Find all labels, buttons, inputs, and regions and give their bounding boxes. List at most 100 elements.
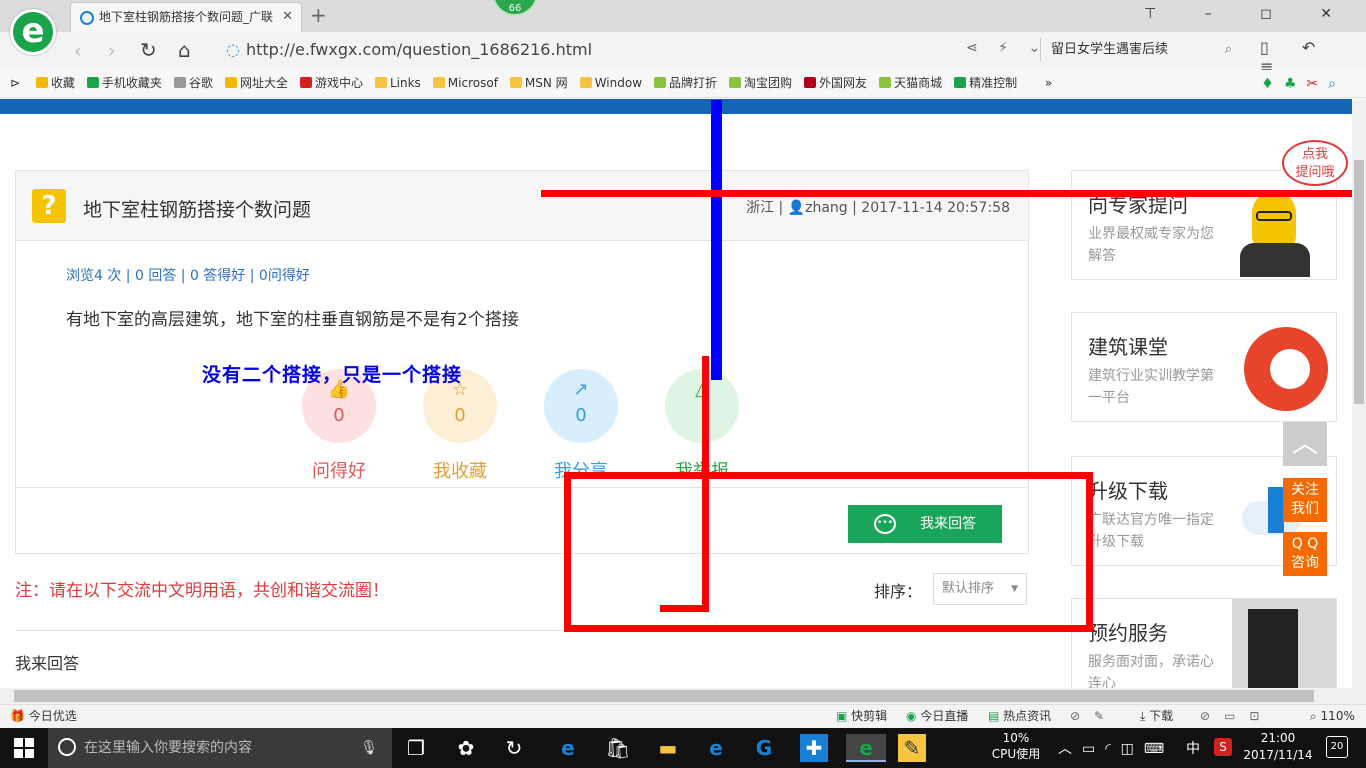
search-text: 留日女学生遇害后续: [1051, 42, 1169, 57]
browser-tab[interactable]: 地下室柱钢筋搭接个数问题_广联 ✕: [70, 2, 302, 32]
tab-close-icon[interactable]: ✕: [282, 3, 293, 31]
follow-us-button[interactable]: 关注 我们: [1283, 478, 1327, 522]
status-item-label: 下载: [1149, 709, 1174, 723]
status-item-label: 今日直播: [920, 709, 969, 723]
system-tray[interactable]: ︿▭◜◫⌨: [1058, 738, 1174, 758]
bookmark-icon: [879, 77, 892, 88]
bookmark-label: MSN 网: [524, 76, 568, 90]
address-actions[interactable]: ⋖ ⚡ ⌄: [966, 40, 1048, 56]
bookmark-item[interactable]: 品牌打折: [654, 70, 717, 97]
card-building-class[interactable]: 建筑课堂 建筑行业实训教学第一平台: [1071, 312, 1337, 422]
bookmark-item[interactable]: Window: [579, 70, 642, 97]
status-item-1[interactable]: ◉ 今日直播: [906, 705, 968, 728]
browser-logo-icon[interactable]: e: [10, 9, 56, 55]
zoom-level[interactable]: ⌕ 110%: [1310, 705, 1355, 728]
bookmark-icon: [35, 77, 48, 88]
task-view-icon[interactable]: ❐: [402, 734, 430, 762]
bookmark-item[interactable]: 谷歌: [173, 70, 213, 97]
mascot-glasses-icon: [1256, 211, 1292, 221]
follow-us-label: 关注 我们: [1291, 482, 1319, 517]
cpu-usage[interactable]: 10% CPU使用: [990, 730, 1042, 762]
back-icon[interactable]: ‹: [74, 40, 82, 62]
taskbar-search[interactable]: 在这里输入你要搜索的内容 🎙: [48, 728, 392, 768]
action-count: 0: [454, 405, 466, 426]
bookmarks-more[interactable]: »: [1045, 70, 1052, 97]
status-left-label[interactable]: 今日优选: [29, 709, 77, 723]
sogou-icon[interactable]: S: [1214, 738, 1232, 756]
reload-icon[interactable]: ↻: [140, 38, 157, 62]
file-explorer-icon[interactable]: ▬: [654, 734, 682, 762]
card-subtitle: 服务面对面，承诺心连心: [1088, 654, 1214, 688]
search-input[interactable]: 留日女学生遇害后续 ⌕: [1040, 38, 1240, 62]
status-item-3[interactable]: ⤓ 下载: [1140, 705, 1173, 728]
cpu-value: 10%: [1002, 731, 1030, 745]
notification-center[interactable]: 20: [1326, 736, 1348, 758]
forward-icon[interactable]: ›: [108, 40, 116, 62]
url-field[interactable]: ◌ http://e.fwxgx.com/question_1686216.htm…: [226, 38, 956, 62]
taskbar-search-placeholder: 在这里输入你要搜索的内容: [84, 740, 252, 756]
bookmark-item[interactable]: 游戏中心: [299, 70, 363, 97]
url-text: http://e.fwxgx.com/question_1686216.html: [245, 40, 593, 59]
action-label[interactable]: 问得好: [279, 457, 399, 483]
new-tab-button[interactable]: +: [310, 3, 327, 27]
bookmark-item[interactable]: 网址大全: [224, 70, 288, 97]
pinwheel-app-icon[interactable]: ✿: [452, 734, 480, 762]
browser-taskbar-icon[interactable]: e: [846, 734, 886, 762]
status-more-icons[interactable]: ⊘▭⊡: [1200, 705, 1273, 728]
question-stats[interactable]: 浏览4 次 | 0 回答 | 0 答得好 | 0问得好: [66, 265, 310, 285]
ask-bubble-text: 点我 提问哦: [1295, 147, 1335, 180]
status-item-0[interactable]: ▣ 快剪辑: [836, 705, 887, 728]
bookmark-label: 淘宝团购: [744, 76, 793, 90]
status-item-label: 热点资讯: [1003, 709, 1052, 723]
bookmark-item[interactable]: 外国网友: [804, 70, 867, 97]
plus-app-icon[interactable]: ✚: [800, 734, 828, 762]
extension-icons[interactable]: ♦♣✂⌕: [1261, 72, 1346, 96]
action-label[interactable]: 我收藏: [400, 457, 520, 483]
mascot-suit-icon: [1240, 243, 1310, 277]
question-icon: ?: [32, 189, 66, 223]
bookmark-item[interactable]: MSN 网: [509, 70, 568, 97]
card-title: 预约服务: [1088, 621, 1168, 645]
status-bar: 🎁 今日优选 ▣ 快剪辑 ◉ 今日直播 ▤ 热点资讯 ⊘✎ ⤓ 下载 ⊘▭⊡ ⌕…: [0, 704, 1366, 728]
ask-bubble[interactable]: 点我 提问哦: [1282, 140, 1348, 186]
horizontal-scroll-thumb[interactable]: [14, 690, 1314, 702]
vertical-scroll-thumb[interactable]: [1354, 160, 1364, 404]
bookmark-item[interactable]: Links: [374, 70, 421, 97]
qq-consult-button[interactable]: Q Q 咨询: [1283, 532, 1327, 576]
card-ask-expert[interactable]: 向专家提问 业界最权威专家为您解答: [1071, 170, 1337, 280]
card-subtitle: 建筑行业实训教学第一平台: [1088, 368, 1214, 406]
bookmark-icon: [173, 77, 186, 88]
store-icon[interactable]: 🛍: [604, 734, 632, 762]
bookmark-item[interactable]: 精准控制: [954, 70, 1017, 97]
edge-icon[interactable]: e: [554, 734, 582, 762]
bookmarks-toggle-icon[interactable]: ⊳: [10, 70, 20, 97]
ime-indicator[interactable]: 中: [1186, 738, 1200, 758]
card-subtitle: 业界最权威专家为您解答: [1088, 226, 1214, 264]
back-to-top-button[interactable]: ︿: [1283, 422, 1327, 466]
swirl-app-icon[interactable]: ↻: [500, 734, 528, 762]
action-2-button[interactable]: ↗ 0: [544, 369, 618, 443]
clock[interactable]: 21:00 2017/11/14: [1238, 730, 1318, 764]
ie-taskbar-icon[interactable]: e: [702, 734, 730, 762]
zoom-value: 110%: [1320, 709, 1355, 723]
action-icon: ↗: [573, 379, 589, 400]
bookmark-item[interactable]: 手机收藏夹: [86, 70, 162, 97]
mic-icon[interactable]: 🎙: [360, 728, 378, 768]
bookmark-icon: [86, 77, 99, 88]
taskbar: 在这里输入你要搜索的内容 🎙 ❐ ✿ ↻ e 🛍 ▬ e G ✚ e ✎ 10%…: [0, 728, 1366, 768]
start-button[interactable]: [14, 738, 34, 758]
status-tool-icons[interactable]: ⊘✎: [1070, 705, 1118, 728]
home-icon[interactable]: ⌂: [178, 38, 191, 62]
window-controls[interactable]: ⊤ – ◻ ✕: [1144, 6, 1354, 22]
bookmark-item[interactable]: 收藏: [35, 70, 75, 97]
bookmark-item[interactable]: Microsof: [432, 70, 498, 97]
cortana-icon: [58, 738, 76, 756]
bookmark-icon: [954, 77, 967, 88]
card-appointment[interactable]: 预约服务 服务面对面，承诺心连心: [1071, 598, 1337, 688]
notes-app-icon[interactable]: ✎: [898, 734, 926, 762]
bookmark-item[interactable]: 天猫商城: [879, 70, 942, 97]
g-app-icon[interactable]: G: [750, 734, 778, 762]
bookmark-item[interactable]: 淘宝团购: [729, 70, 792, 97]
status-item-2[interactable]: ▤ 热点资讯: [988, 705, 1051, 728]
search-icon[interactable]: ⌕: [1225, 38, 1232, 62]
